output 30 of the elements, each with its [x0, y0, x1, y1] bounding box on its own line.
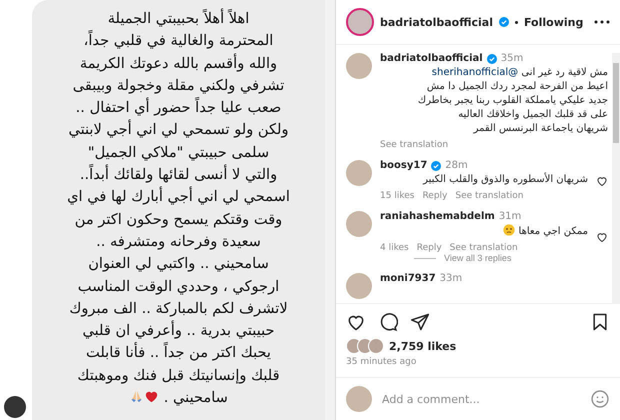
comment-time: 31m [498, 211, 522, 222]
praying-hands-icon [129, 389, 144, 404]
scrollbar[interactable] [612, 53, 620, 303]
comment-username[interactable]: moni7937 [380, 273, 436, 284]
comment-time: 35m [500, 53, 524, 64]
comment-time: 28m [445, 160, 468, 171]
comment-text: شريهان الأسطوره والذوق والقلب الكبير [422, 173, 588, 187]
comment-text: ممكن اجي معاها [380, 224, 588, 239]
comment-username[interactable]: raniahashemabdelm [380, 211, 495, 222]
mention-link[interactable]: @sherihanofficial [432, 67, 518, 78]
comment-username[interactable]: boosy17 [380, 160, 428, 171]
like-heart-icon[interactable] [596, 174, 608, 186]
profile-avatar[interactable] [346, 8, 374, 36]
avatar-icon[interactable] [4, 396, 26, 418]
likes-count[interactable]: 2,759 likes [389, 340, 456, 352]
emoji-icon[interactable] [590, 389, 610, 409]
comment-icon[interactable] [378, 312, 398, 332]
post-time: 35 minutes ago [346, 357, 418, 367]
share-icon[interactable] [410, 312, 430, 332]
post-username[interactable]: badriatolbaofficial [380, 16, 493, 28]
comment-username[interactable]: badriatolbaofficial [380, 53, 483, 64]
message-text: اهلاً أهلاً بحبيبتي الجميلة المحترمة والغالية في قلبي جداً، والله وأقسم بالله دعوتك الكريمة تشرفي ولكني مقلة وخجولة وبيبقى صعب عليا جداً حضور أي احتفال .. ولكن ولو تسمحي لي اني أجي لابنتي سلمى حبيبتي "ملاكي الجميل" والتي لا أنسى لقائها ولقائك أبداً.. اسمحي لي اني أجي أبارك لها في اي وقت وقتكم يسمح وحكون اكتر من سعيدة وفرحانه ومتشرفه .. سامحيني .. واكتبي لي العنوان ارجوكي ، وحددي الوقت المناسب لاتشرف لكم بالمباركة .. الف مبروك حبيبتي بدرية .. وأعرفي ان قلبي يحبك اكتر من جداً .. فأنا قابلت قلبك وإنسانيتك قبل فنك وموهبتك سامحيني . [66, 8, 291, 408]
following-button[interactable]: Following [524, 16, 584, 28]
comment-time: 33m [440, 273, 462, 284]
comment-field[interactable]: Add a comment... [380, 392, 582, 406]
user-avatar [346, 386, 372, 412]
more-options-icon[interactable] [594, 20, 610, 24]
like-heart-icon[interactable] [596, 231, 608, 243]
separator-dot-icon [514, 20, 518, 24]
heart-icon [144, 389, 160, 404]
